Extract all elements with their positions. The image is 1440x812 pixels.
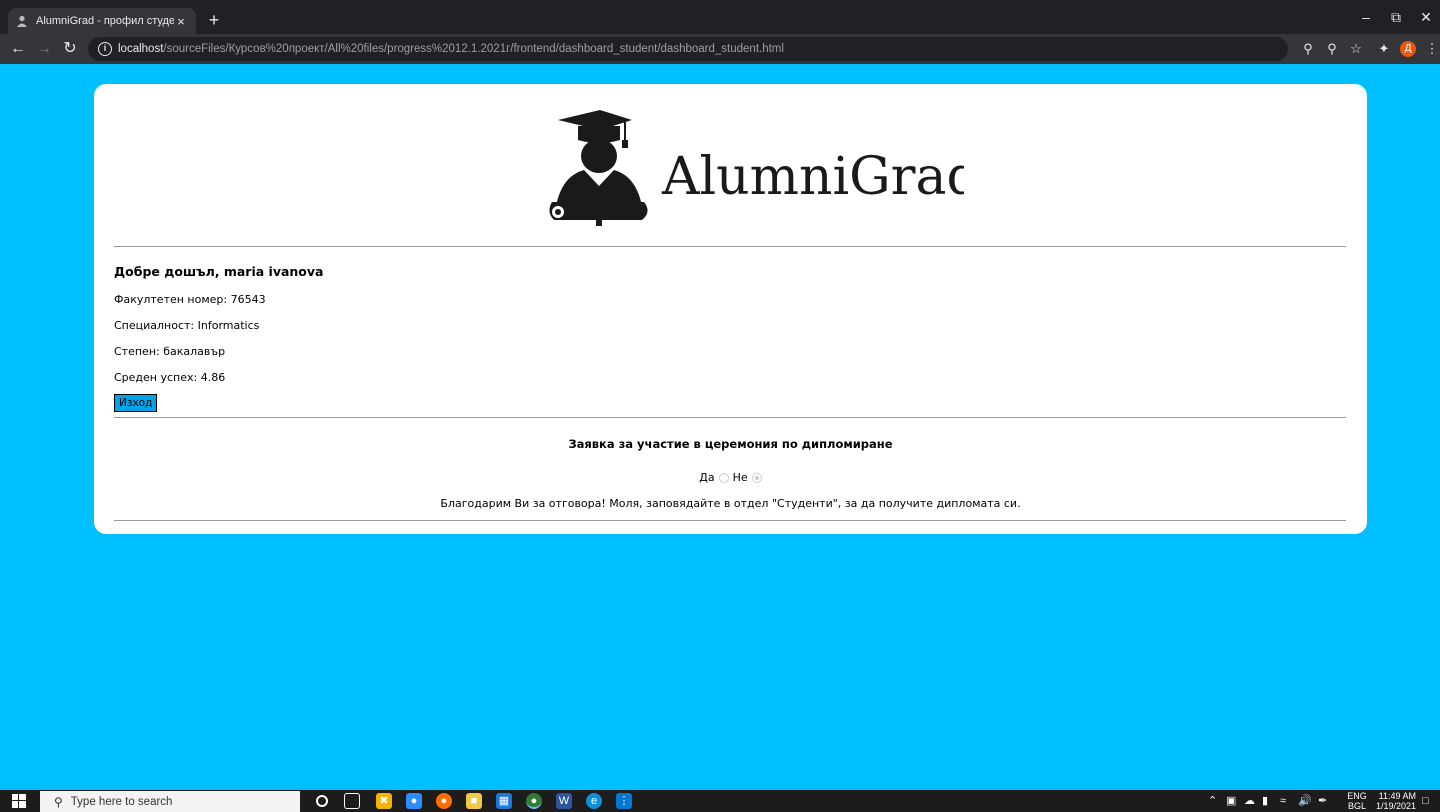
language-code: ENG — [1347, 791, 1367, 801]
yes-label: Да — [699, 471, 715, 484]
xampp-icon[interactable]: ✖ — [376, 793, 392, 809]
logo-wordmark: AlumniGrad — [661, 147, 964, 207]
graduate-favicon-icon — [16, 15, 28, 27]
thanks-message: Благодарим Ви за отговора! Моля, заповяд… — [440, 497, 1021, 510]
store-icon[interactable]: ▦ — [496, 793, 512, 809]
no-radio[interactable] — [751, 472, 762, 483]
ceremony-radio-group: Да Не — [94, 471, 1367, 484]
vscode-icon[interactable]: ⋮ — [616, 793, 632, 809]
task-view-icon[interactable] — [344, 793, 360, 809]
pen-icon[interactable]: ✒ — [1318, 793, 1327, 809]
taskbar-search[interactable]: ⚲ Type here to search — [40, 791, 300, 812]
tab-title: AlumniGrad - профил студент — [36, 15, 174, 27]
divider — [114, 520, 1346, 521]
ceremony-request-title: Заявка за участие в церемония по дипломи… — [568, 437, 893, 451]
edge-icon[interactable]: e — [586, 793, 602, 809]
clock-date: 1/19/2021 — [1375, 801, 1416, 811]
keyboard-layout: BGL — [1347, 801, 1366, 811]
zoom-app-icon[interactable]: ● — [406, 793, 422, 809]
profile-avatar[interactable]: Д — [1400, 41, 1416, 57]
tab-close-icon[interactable]: × — [174, 14, 188, 29]
reload-icon[interactable]: ↻ — [60, 39, 80, 59]
specialty: Специалност: Informatics — [114, 319, 260, 332]
menu-kebab-icon[interactable]: ⋮ — [1424, 41, 1440, 57]
volume-icon[interactable]: 🔊 — [1298, 793, 1312, 809]
onedrive-icon[interactable]: ☁ — [1244, 793, 1255, 809]
welcome-heading: Добре дошъл, maria ivanova — [114, 264, 324, 279]
alumnigrad-logo: AlumniGrad — [544, 106, 980, 230]
file-explorer-icon[interactable]: ■ — [466, 793, 482, 809]
extensions-puzzle-icon[interactable]: ✦ — [1376, 41, 1392, 57]
back-arrow-icon[interactable]: ← — [8, 39, 28, 59]
faculty-number: Факултетен номер: 76543 — [114, 293, 266, 306]
notifications-icon[interactable]: □ — [1422, 793, 1429, 809]
chrome-icon[interactable]: ● — [526, 793, 542, 809]
logout-button[interactable]: Изход — [114, 394, 158, 412]
divider — [114, 246, 1346, 247]
browser-tab[interactable]: AlumniGrad - профил студент × — [8, 8, 196, 34]
gpa: Среден успех: 4.86 — [114, 371, 226, 384]
yes-radio[interactable] — [718, 472, 729, 483]
search-icon: ⚲ — [54, 794, 63, 809]
divider — [114, 417, 1346, 418]
restore-icon[interactable]: ⧉ — [1382, 6, 1410, 28]
url-host: localhost — [118, 43, 164, 55]
degree: Степен: бакалавър — [114, 345, 226, 358]
zoom-icon[interactable]: ⚲ — [1324, 41, 1340, 57]
close-window-icon[interactable]: ✕ — [1412, 6, 1440, 28]
windows-taskbar: ⚲ Type here to search ✖ ● ● ■ ▦ ● W e ⋮ … — [0, 790, 1440, 812]
minimize-icon[interactable]: – — [1352, 6, 1380, 28]
windows-start-icon[interactable] — [12, 794, 26, 808]
key-icon[interactable]: ⚲ — [1300, 41, 1316, 57]
new-tab-button[interactable]: + — [204, 10, 224, 30]
system-clock[interactable]: 11:49 AM 1/19/2021 — [1372, 791, 1416, 811]
browser-tab-bar: AlumniGrad - профил студент × + – ⧉ ✕ — [0, 0, 1440, 34]
app-icon[interactable]: ● — [436, 793, 452, 809]
address-bar[interactable]: i localhost /sourceFiles/Курсов%20проект… — [88, 37, 1288, 61]
wifi-icon[interactable]: ≈ — [1280, 793, 1286, 809]
no-label: Не — [732, 471, 748, 484]
clock-time: 11:49 AM — [1378, 791, 1416, 801]
battery-icon[interactable]: ▮ — [1262, 793, 1268, 809]
forward-arrow-icon[interactable]: → — [34, 39, 54, 59]
site-info-icon[interactable]: i — [98, 42, 112, 56]
browser-toolbar: ← → ↻ i localhost /sourceFiles/Курсов%20… — [0, 34, 1440, 64]
tray-chevron-icon[interactable]: ⌃ — [1208, 793, 1217, 809]
bookmark-star-icon[interactable]: ☆ — [1348, 41, 1364, 57]
dashboard-card: AlumniGrad Добре дошъл, maria ivanova Фа… — [94, 84, 1367, 534]
cortana-icon[interactable] — [316, 795, 328, 807]
language-indicator[interactable]: ENG BGL — [1346, 791, 1368, 811]
tray-meet-icon[interactable]: ▣ — [1226, 793, 1236, 809]
graduate-logo-icon — [549, 110, 648, 226]
url-path: /sourceFiles/Курсов%20проект/All%20files… — [163, 43, 784, 55]
search-placeholder: Type here to search — [70, 795, 173, 808]
word-icon[interactable]: W — [556, 793, 572, 809]
